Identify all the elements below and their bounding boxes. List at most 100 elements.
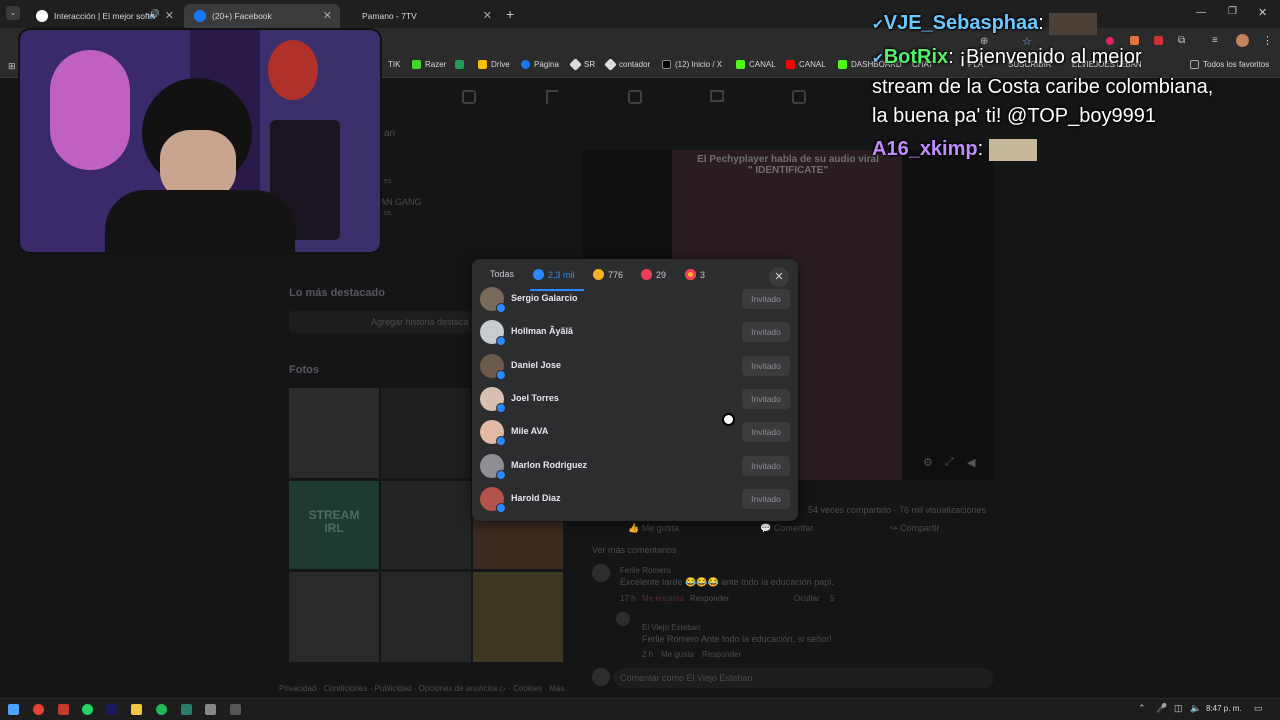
tab-interaccion[interactable]: Interacción | El mejor softw 🔊 ✕ [26,4,182,28]
user-name[interactable]: Joel Torres [511,393,559,403]
bookmark[interactable]: CANAL [786,60,826,69]
spotify-icon[interactable] [156,704,167,715]
user-name[interactable]: Sergio Galarcio [511,293,578,303]
invited-button[interactable]: Invitado [742,322,790,342]
verified-icon: ✔ [872,50,884,66]
comment-input[interactable]: Comentar como El Viejo Esteban [614,668,994,688]
bookmark[interactable]: TIK [388,60,400,69]
bookmark[interactable]: contador [604,58,650,71]
tab-7tv[interactable]: Pamano - 7TV ✕ [352,4,500,28]
tray-chevron-icon[interactable]: ⌃ [1138,703,1146,714]
app-icon[interactable] [58,704,69,715]
like-link[interactable]: Me gusta [661,650,694,659]
comment-button[interactable]: 💬 Comentar [760,523,813,534]
like-button[interactable]: 👍 Me gusta [628,523,679,534]
app-icon[interactable] [230,704,241,715]
like-badge-icon [496,503,506,513]
fullscreen-icon[interactable]: ⤢ [945,456,954,469]
user-name[interactable]: Daniel Jose [511,360,561,370]
user-name[interactable]: Marlon Rodriguez [511,460,587,470]
avatar [592,668,610,686]
bookmark[interactable]: CANAL [736,60,776,69]
speaker-icon[interactable]: 🔊 [149,9,160,20]
user-name[interactable]: Hollman Ãyãlã [511,326,573,336]
comment-text: Excelente tarde 😂😂😂 ante todo la educaci… [620,577,834,587]
notifications-icon[interactable]: ▭ [1254,703,1263,714]
clock[interactable]: 8:47 p. m. [1206,704,1242,713]
volume-icon[interactable]: ◀ [967,456,975,469]
app-icon[interactable] [181,704,192,715]
invited-button[interactable]: Invitado [742,389,790,409]
like-badge-icon [496,370,506,380]
user-name[interactable]: Mile AVA [511,426,548,436]
bookmark[interactable] [455,60,468,69]
app-icon[interactable] [205,704,216,715]
new-tab-icon[interactable]: + [506,6,514,22]
close-tab-icon[interactable]: ✕ [323,9,332,22]
bookmark[interactable]: SR [569,58,595,71]
photo-thumbnail[interactable] [473,572,563,662]
bookmark[interactable]: Drive [478,60,510,69]
photo-thumbnail[interactable] [381,572,471,662]
volume-icon[interactable]: 🔈 [1190,703,1201,714]
folder-icon[interactable] [131,704,142,715]
home-icon[interactable] [462,90,476,104]
invited-button[interactable]: Invitado [742,422,790,442]
kick-icon [736,60,745,69]
microphone-icon[interactable]: 🎤 [1156,703,1167,714]
apps-icon[interactable]: ⊞ [8,61,16,72]
youtube-icon [786,60,795,69]
photo-thumbnail[interactable] [289,572,379,662]
comment-author[interactable]: El Viejo Esteban [642,623,701,632]
video-icon[interactable] [628,90,642,104]
care-icon [685,269,696,280]
share-stats: 54 veces compartido · 76 mil visualizaci… [808,505,987,515]
reply-link[interactable]: Responder [702,650,741,659]
whatsapp-icon[interactable] [82,704,93,715]
see-more-comments[interactable]: Ver más comentarios [592,545,677,555]
tab-all-reactions[interactable]: Todas [490,269,514,279]
tab-care-reactions[interactable]: 3 [685,269,705,280]
bookmark[interactable]: Página [521,60,559,69]
tab-haha-reactions[interactable]: 776 [593,269,623,280]
photo-thumbnail[interactable] [381,481,471,569]
sidebar-group-name[interactable]: AN GANG [380,197,422,207]
tab-love-reactions[interactable]: 29 [641,269,666,280]
gaming-icon[interactable] [792,90,806,104]
drive-icon [478,60,487,69]
flag-icon[interactable] [546,90,558,104]
premiere-icon[interactable] [106,704,117,715]
comment-author[interactable]: Ferlie Romero [620,566,671,575]
avatar[interactable] [616,612,630,626]
invited-button[interactable]: Invitado [742,289,790,309]
comment-reaction-link[interactable]: Me encanta [642,594,684,603]
diamond-icon [569,58,582,71]
avatar[interactable] [592,564,610,582]
tab-like-reactions[interactable]: 2,3 mil [533,269,575,280]
invited-button[interactable]: Invitado [742,489,790,509]
close-tab-icon[interactable]: ✕ [165,9,174,22]
tab-search-button[interactable]: ⌄ [6,6,20,20]
close-tab-icon[interactable]: ✕ [483,9,492,22]
add-story-button[interactable]: Agregar historia destaca [289,311,473,333]
user-name[interactable]: Harold Diaz [511,493,561,503]
bookmark[interactable]: (12) Inicio / X [662,60,722,69]
network-icon[interactable]: ◫ [1174,703,1183,714]
footer-links[interactable]: Privacidad · Condiciones · Publicidad · … [279,684,564,693]
windows-start-icon[interactable] [8,704,19,715]
photo-thumbnail[interactable] [381,388,471,478]
hide-link[interactable]: Ocultar [794,594,820,603]
settings-icon[interactable]: ⚙ [923,456,933,469]
taskbar: ⌃ 🎤 ◫ 🔈 8:47 p. m. ▭ [0,698,1280,720]
megaphone-icon[interactable] [710,90,724,102]
photo-thumbnail[interactable]: STREAM IRL [289,481,379,569]
scroll-cursor-icon [722,413,735,426]
chrome-icon[interactable] [33,704,44,715]
invited-button[interactable]: Invitado [742,356,790,376]
invited-button[interactable]: Invitado [742,456,790,476]
photo-thumbnail[interactable] [289,388,379,478]
reply-link[interactable]: Responder [690,594,729,603]
share-button[interactable]: ↪ Compartir [890,523,940,534]
bookmark[interactable]: Razer [412,60,446,69]
tab-facebook[interactable]: (20+) Facebook ✕ [184,4,340,28]
